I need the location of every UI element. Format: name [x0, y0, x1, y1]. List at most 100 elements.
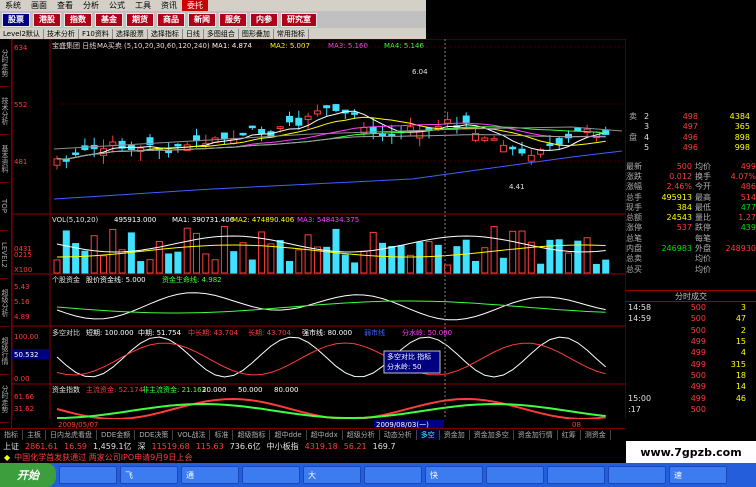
vol-value: 495913.000 [114, 216, 156, 224]
window-blank-area [426, 0, 756, 11]
candle-body [193, 135, 200, 142]
indicator-tab[interactable]: 标准 [210, 430, 234, 440]
taskbar-app-button[interactable] [547, 466, 605, 484]
tab-0[interactable]: 股票 [2, 12, 30, 27]
indicator-tab[interactable]: 超中ddx [307, 430, 343, 440]
tick-volume: 315 [730, 359, 746, 369]
toolbar-item[interactable]: 多图组合 [204, 28, 239, 39]
left-view-tab[interactable]: 分时走势 [0, 375, 10, 423]
tab-8[interactable]: 内参 [250, 12, 278, 27]
taskbar-app-button[interactable]: 通 [181, 466, 239, 484]
fund-line-b: 资金生命线: 4.982 [162, 275, 222, 284]
tick-volume: 18 [735, 370, 746, 380]
volume-bar [211, 259, 219, 274]
indicator-tab[interactable]: 超级指标 [233, 430, 271, 440]
zj-level-50: 50.000 [238, 386, 263, 394]
tab-1[interactable]: 港股 [33, 12, 61, 27]
tick-time: 15:00 [628, 393, 652, 403]
indicator-tab[interactable]: DDE决策 [135, 430, 174, 440]
order-row: 盘 4 496 898 [626, 132, 756, 143]
start-button[interactable]: 开始 [0, 463, 56, 487]
left-view-tab[interactable]: 技术分析 [0, 87, 10, 135]
candle-body [602, 130, 610, 135]
taskbar-app-button[interactable]: 大 [303, 466, 361, 484]
volume-bar [518, 230, 526, 274]
volume-bar [425, 241, 433, 274]
volume-bar [304, 234, 312, 274]
long-ma-line [53, 150, 623, 200]
menu-item[interactable]: 查看 [52, 0, 78, 11]
taskbar-app-button[interactable] [364, 466, 422, 484]
taskbar-app-button[interactable] [608, 466, 666, 484]
volume-bar [360, 250, 368, 274]
indicator-tab[interactable]: VOL战法 [173, 430, 211, 440]
taskbar-app-button[interactable] [59, 466, 117, 484]
toolbar-item[interactable]: 日线 [183, 28, 204, 39]
zj-level-80: 80.000 [274, 386, 299, 394]
indicator-tab[interactable]: 多空 [416, 430, 440, 440]
order-level: 5 [644, 143, 650, 153]
indicator-tab[interactable]: 动态分析 [380, 430, 417, 440]
dk-tooltip-value: 分水岭: 50 [387, 362, 422, 371]
left-view-tab[interactable]: 超级行情 [0, 327, 10, 375]
indicator-tab[interactable]: 资金加 [440, 430, 470, 440]
left-view-tab[interactable]: 分时走势 [0, 39, 10, 87]
taskbar-app-button[interactable]: 飞 [120, 466, 178, 484]
menu-item[interactable]: 系统 [0, 0, 26, 11]
left-view-tab[interactable]: LEVEL2 [0, 231, 8, 279]
stock-chart-area[interactable]: 宝盛集团 日线 MA买卖 (5,10,20,30,60,120,240) MA1: … [12, 39, 626, 428]
volume-bar [109, 229, 117, 274]
toolbar-item[interactable]: 选择指标 [148, 28, 183, 39]
candle-body [490, 138, 498, 141]
tab-5[interactable]: 商品 [157, 12, 185, 27]
toolbar-item[interactable]: Level2默认 [0, 28, 44, 39]
tab-2[interactable]: 指数 [64, 12, 92, 27]
tab-3[interactable]: 基金 [95, 12, 123, 27]
tab-6[interactable]: 新闻 [188, 12, 216, 27]
toolbar-item[interactable]: 图形叠加 [239, 28, 274, 39]
toolbar-item[interactable]: 技术分析 [44, 28, 79, 39]
volume-bar [146, 259, 154, 274]
toolbar-item[interactable]: 选择股票 [113, 28, 148, 39]
taskbar-app-button[interactable]: 速 [669, 466, 727, 484]
menu-item[interactable]: 分析 [78, 0, 104, 11]
toolbar-item[interactable]: F10资料 [79, 28, 113, 39]
indicator-tab[interactable]: 指标 [0, 430, 23, 440]
fund-life-line [56, 300, 606, 314]
menu-item[interactable]: 画面 [26, 0, 52, 11]
indicator-tab[interactable]: 超中dde [270, 430, 307, 440]
candle-body [174, 143, 182, 147]
left-view-tab[interactable]: 超级分析 [0, 279, 10, 327]
ma3-label: MA3: 5.160 [328, 42, 368, 50]
news-ticker[interactable]: ◆ 中国化学首发获通过 两家公司IPO申请9月9日上会 [0, 452, 626, 463]
tick-price: 500 [690, 314, 706, 324]
left-view-tab[interactable]: TOP [0, 183, 8, 231]
index-field: 上证 [3, 442, 19, 451]
indicator-tab[interactable]: 资金加多空 [470, 430, 514, 440]
indicator-tab[interactable]: 主板 [23, 430, 46, 440]
indicator-tab[interactable]: 测资金 [581, 430, 611, 440]
left-view-tab[interactable]: 基本资料 [0, 135, 10, 183]
indicator-tab[interactable]: 红筹 [558, 430, 581, 440]
menu-item[interactable]: 工具 [130, 0, 156, 11]
quote-value: 514 [740, 192, 756, 202]
tab-4[interactable]: 期货 [126, 12, 154, 27]
indicator-tab[interactable]: DDE金额 [97, 430, 136, 440]
volume-bar [174, 251, 182, 274]
volume-bar [62, 230, 70, 274]
toolbar-item[interactable]: 常用指标 [274, 28, 309, 39]
tab-9[interactable]: 研究室 [281, 12, 317, 27]
taskbar-app-button[interactable] [486, 466, 544, 484]
menu-item[interactable]: 委托 [182, 0, 208, 11]
tab-7[interactable]: 服务 [219, 12, 247, 27]
fund-price-line [56, 292, 606, 321]
indicator-tab[interactable]: 超级分析 [343, 430, 380, 440]
menu-item[interactable]: 公式 [104, 0, 130, 11]
indicator-tab[interactable]: 资金加行情 [514, 430, 558, 440]
menu-item[interactable]: 资讯 [156, 0, 182, 11]
indicator-tab[interactable]: 日内龙虎看盘 [46, 430, 97, 440]
taskbar-app-button[interactable] [242, 466, 300, 484]
taskbar-app-button[interactable]: 快 [425, 466, 483, 484]
volume-bar [537, 263, 545, 274]
news-text[interactable]: 中国化学首发获通过 两家公司IPO申请9月9日上会 [14, 452, 192, 463]
